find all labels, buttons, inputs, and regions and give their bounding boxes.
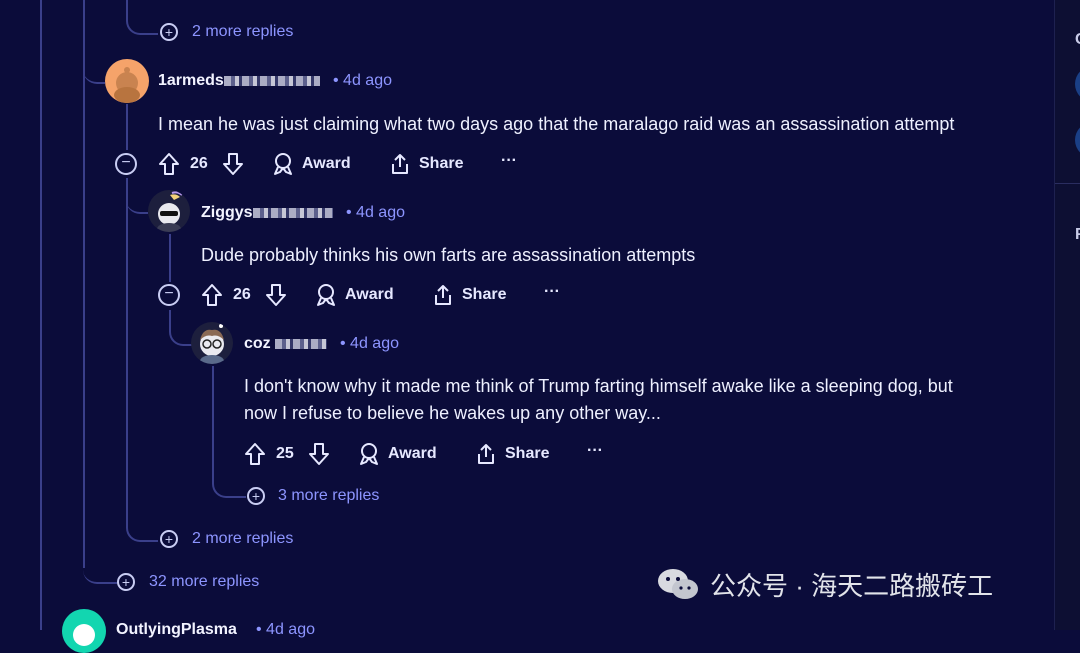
thread-line-root — [40, 0, 42, 630]
expand-replies-icon[interactable]: + — [160, 23, 178, 41]
more-options-button[interactable]: ··· — [544, 283, 560, 301]
comment-timestamp[interactable]: • 4d ago — [333, 72, 392, 90]
award-icon — [274, 153, 292, 175]
more-options-button[interactable]: ··· — [501, 152, 517, 170]
vote-count: 26 — [233, 286, 251, 303]
thread-line-level1 — [83, 0, 85, 568]
award-icon — [360, 443, 378, 465]
share-button[interactable]: Share — [475, 442, 549, 466]
award-button[interactable]: Award — [358, 442, 437, 466]
more-options-button[interactable]: ··· — [587, 442, 603, 460]
avatar[interactable] — [62, 609, 106, 653]
share-label: Share — [419, 155, 464, 172]
watermark-text: 公众号 · 海天二路搬砖工 — [710, 571, 994, 601]
thread-line-comment1 — [126, 104, 128, 150]
downvote-icon[interactable] — [308, 442, 330, 466]
comment-timestamp[interactable]: • 4d ago — [340, 335, 399, 353]
username-text[interactable]: 1armeds — [158, 72, 224, 89]
share-button[interactable]: Share — [432, 283, 506, 307]
vote-count: 26 — [190, 155, 208, 172]
collapse-icon[interactable]: − — [115, 153, 137, 175]
expand-replies-icon[interactable]: + — [160, 530, 178, 548]
share-button[interactable]: Share — [389, 152, 463, 176]
wechat-icon — [658, 568, 698, 599]
award-label: Award — [388, 445, 437, 462]
more-replies-link[interactable]: 2 more replies — [192, 530, 293, 548]
expand-replies-icon[interactable]: + — [117, 573, 135, 591]
share-icon — [392, 154, 408, 174]
award-button[interactable]: Award — [272, 152, 351, 176]
comment-body-line: now I refuse to believe he wakes up any … — [244, 403, 661, 423]
avatar[interactable] — [148, 190, 190, 232]
share-label: Share — [462, 286, 507, 303]
thread-elbow-comment1 — [83, 48, 105, 84]
collapse-icon[interactable]: − — [158, 284, 180, 306]
downvote-icon[interactable] — [265, 283, 287, 307]
upvote-icon[interactable] — [244, 442, 266, 466]
thread-elbow-comment3 — [169, 310, 193, 346]
right-sidebar: C F — [1054, 0, 1080, 630]
thread-line-comment2 — [169, 234, 171, 282]
comment-username[interactable]: coz — [244, 335, 327, 353]
sidebar-community-icon[interactable] — [1075, 122, 1080, 158]
redacted-name — [252, 207, 333, 218]
watermark: 公众号 · 海天二路搬砖工 — [656, 566, 993, 603]
award-icon — [317, 284, 335, 306]
downvote-icon[interactable] — [222, 152, 244, 176]
comment-timestamp[interactable]: • 4d ago — [256, 621, 315, 639]
timestamp-text[interactable]: 4d ago — [350, 335, 399, 352]
sidebar-community-icon[interactable] — [1075, 66, 1080, 102]
comment-body: I mean he was just claiming what two day… — [158, 114, 955, 134]
thread-elbow-comment1-more — [126, 178, 158, 542]
upvote-icon[interactable] — [158, 152, 180, 176]
sidebar-heading: F — [1075, 226, 1080, 243]
comment-body: Dude probably thinks his own farts are a… — [201, 245, 696, 265]
thread-elbow-top-more — [126, 0, 158, 35]
share-icon — [478, 444, 494, 464]
award-label: Award — [345, 286, 394, 303]
comment-username[interactable]: Ziggys — [201, 204, 333, 222]
sidebar-heading: C — [1075, 31, 1080, 49]
award-button[interactable]: Award — [315, 283, 394, 307]
more-replies-link[interactable]: 2 more replies — [192, 23, 293, 41]
comment-username[interactable]: 1armeds — [158, 72, 320, 90]
username-text[interactable]: Ziggys — [201, 204, 253, 221]
comment-username[interactable]: OutlyingPlasma — [116, 621, 237, 639]
upvote-icon[interactable] — [201, 283, 223, 307]
thread-elbow-comment3-more — [212, 366, 246, 498]
timestamp-text[interactable]: 4d ago — [356, 204, 405, 221]
comment-body-line: I don't know why it made me think of Tru… — [244, 376, 953, 396]
redacted-name — [274, 338, 327, 349]
thread-elbow-comment2 — [126, 180, 148, 214]
avatar[interactable] — [105, 59, 149, 103]
timestamp-text[interactable]: 4d ago — [343, 72, 392, 89]
comment-body: I don't know why it made me think of Tru… — [244, 373, 953, 427]
expand-replies-icon[interactable]: + — [247, 487, 265, 505]
thread-elbow-root-more — [83, 548, 117, 584]
sidebar-divider — [1055, 183, 1080, 184]
avatar[interactable] — [191, 322, 233, 364]
redacted-name — [223, 75, 320, 86]
username-text[interactable]: coz — [244, 335, 271, 352]
award-label: Award — [302, 155, 351, 172]
share-label: Share — [505, 445, 550, 462]
more-replies-link[interactable]: 32 more replies — [149, 573, 259, 591]
more-replies-link[interactable]: 3 more replies — [278, 487, 379, 505]
vote-count: 25 — [276, 445, 294, 462]
comment-timestamp[interactable]: • 4d ago — [346, 204, 405, 222]
share-icon — [435, 285, 451, 305]
